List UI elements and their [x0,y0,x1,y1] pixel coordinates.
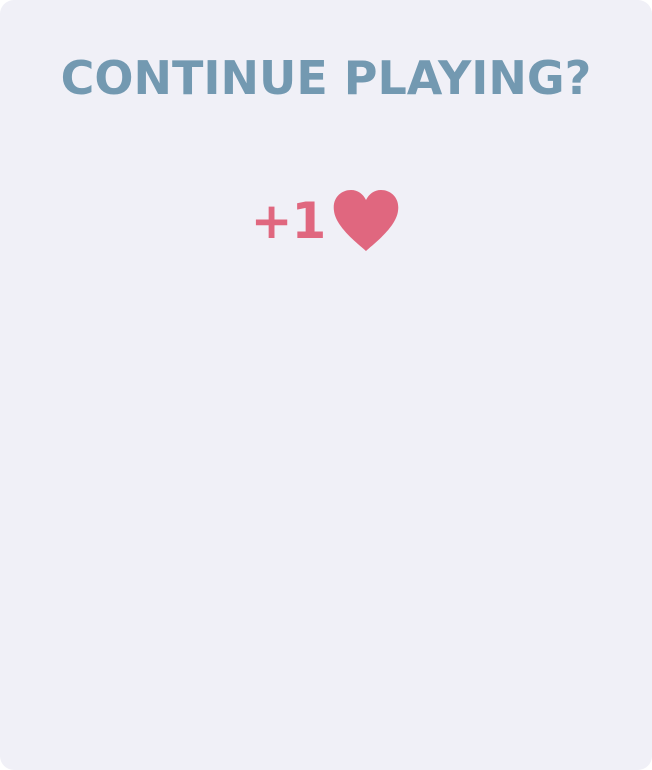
reward: +1 [0,186,652,256]
heart-icon [334,190,399,251]
continue-dialog: CONTINUE PLAYING? +1 [0,0,652,770]
dialog-title: CONTINUE PLAYING? [60,51,592,105]
reward-amount: +1 [250,192,327,250]
